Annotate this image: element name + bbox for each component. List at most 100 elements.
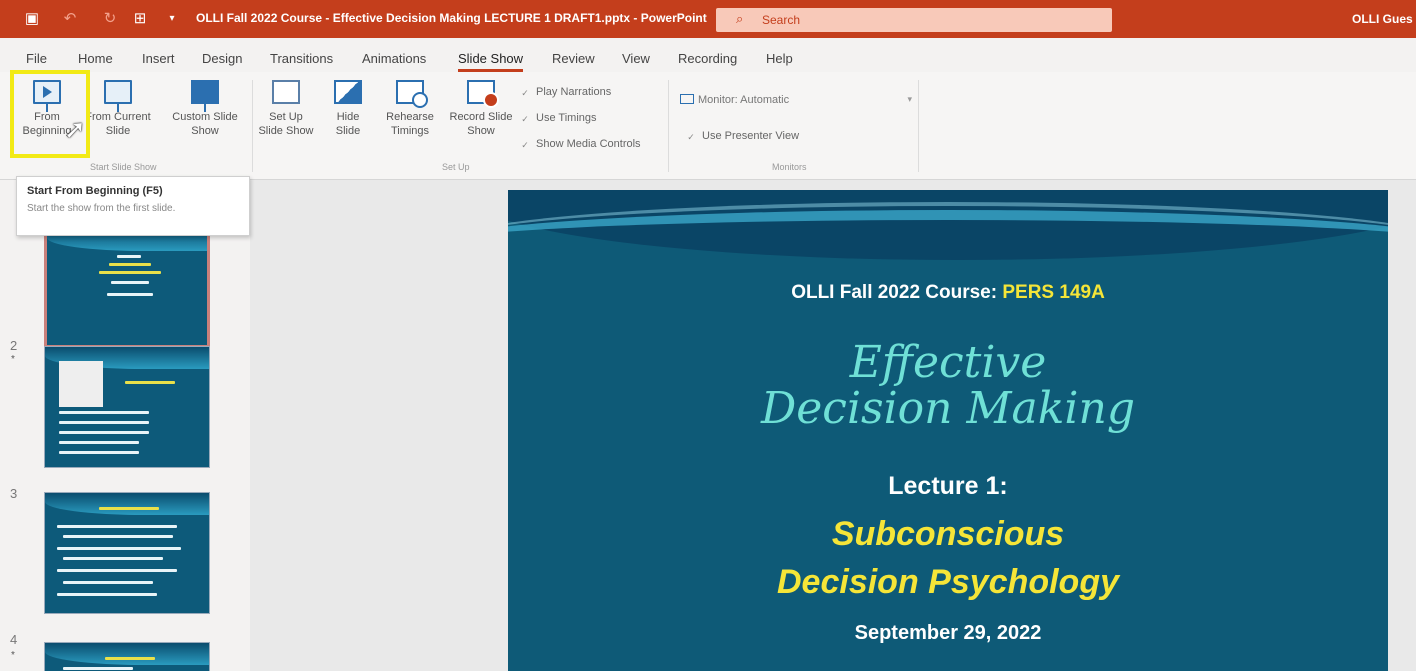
thumbnail-text-line xyxy=(99,507,159,510)
set-up-slide-show-label: Set Up Slide Show xyxy=(258,111,314,137)
tab-transitions[interactable]: Transitions xyxy=(270,51,333,66)
thumbnail-text-line xyxy=(59,411,149,414)
search-box[interactable]: ⌕ Search xyxy=(716,8,1112,32)
customize-quick-access-icon[interactable]: ▾ xyxy=(162,9,182,29)
ribbon: From Beginning From Current Slide Custom… xyxy=(0,72,1416,180)
thumbnail-text-line xyxy=(59,441,139,444)
tab-view[interactable]: View xyxy=(622,51,650,66)
slide-marker: * xyxy=(11,354,15,365)
thumbnail-image xyxy=(59,361,103,407)
tooltip-title: Start From Beginning (F5) xyxy=(27,185,163,197)
use-timings-checkbox[interactable]: ✓ Use Timings xyxy=(520,112,597,124)
play-narrations-label: Play Narrations xyxy=(536,86,612,98)
thumbnail-text-line xyxy=(109,263,151,266)
from-current-slide-label: From Current Slide xyxy=(85,111,151,137)
thumbnail-text-line xyxy=(59,451,139,454)
tab-help[interactable]: Help xyxy=(766,51,793,66)
thumbnail-wave xyxy=(45,643,209,665)
rehearse-timings-label: Rehearse Timings xyxy=(386,111,434,137)
redo-icon[interactable]: ↻ xyxy=(100,9,120,29)
show-media-controls-checkbox[interactable]: ✓ Show Media Controls xyxy=(520,138,640,150)
slide-course-line: OLLI Fall 2022 Course: PERS 149A xyxy=(508,282,1388,304)
document-title: OLLI Fall 2022 Course - Effective Decisi… xyxy=(196,11,707,25)
thumbnail-wave xyxy=(45,493,209,515)
slide-topic: Subconscious Decision Psychology xyxy=(508,510,1388,606)
thumbnail-text-line xyxy=(57,547,181,550)
slide-wave-decoration xyxy=(508,202,1388,282)
thumbnail-text-line xyxy=(99,271,161,274)
hide-slide-icon xyxy=(334,80,362,104)
set-up-slide-show-button[interactable]: Set Up Slide Show xyxy=(258,80,314,138)
thumbnail-text-line xyxy=(117,255,141,258)
slide-date: September 29, 2022 xyxy=(854,622,1042,644)
slide-thumbnail-4[interactable] xyxy=(44,642,210,671)
search-icon: ⌕ xyxy=(736,11,744,26)
tab-design[interactable]: Design xyxy=(202,51,242,66)
slide-topic-line-1: Subconscious xyxy=(831,515,1065,553)
tab-file[interactable]: File xyxy=(26,51,47,66)
thumbnail-text-line xyxy=(63,557,163,560)
ribbon-divider xyxy=(252,80,253,172)
mouse-cursor-icon: ➚ xyxy=(64,114,86,144)
thumbnail-text-line xyxy=(111,281,149,284)
custom-slide-show-label: Custom Slide Show xyxy=(172,111,238,137)
ribbon-divider xyxy=(668,80,669,172)
slide-number: 4 xyxy=(10,632,18,647)
custom-slide-show-button[interactable]: Custom Slide Show xyxy=(160,80,250,138)
thumbnail-text-line xyxy=(63,667,133,670)
record-slide-show-icon xyxy=(467,80,499,108)
set-up-slide-show-icon xyxy=(272,80,300,104)
thumbnail-text-line xyxy=(105,657,155,660)
slide-lecture: Lecture 1: xyxy=(888,472,1008,500)
tab-recording[interactable]: Recording xyxy=(678,51,737,66)
ribbon-tabs: File Home Insert Design Transitions Anim… xyxy=(0,38,1416,72)
user-account[interactable]: OLLI Gues xyxy=(1352,12,1413,26)
course-code: PERS 149A xyxy=(1002,282,1105,303)
tab-insert[interactable]: Insert xyxy=(142,51,175,66)
monitor-select[interactable]: Monitor: Automatic ▾ xyxy=(680,94,912,114)
checkbox-icon: ✓ xyxy=(687,132,695,142)
checkbox-icon: ✓ xyxy=(521,114,529,124)
slide-thumbnail-3[interactable] xyxy=(44,492,210,614)
tab-animations[interactable]: Animations xyxy=(362,51,426,66)
play-narrations-checkbox[interactable]: ✓ Play Narrations xyxy=(520,86,611,98)
tooltip-description: Start the show from the first slide. xyxy=(27,203,176,214)
presenter-view-label: Use Presenter View xyxy=(702,130,800,142)
undo-icon[interactable]: ↶ xyxy=(60,9,80,29)
present-icon[interactable]: ⊞ xyxy=(130,9,150,29)
presenter-view-checkbox[interactable]: ✓ Use Presenter View xyxy=(686,130,799,142)
title-bar: ▣ ↶ ↻ ⊞ ▾ OLLI Fall 2022 Course - Effect… xyxy=(0,0,1416,38)
thumbnail-text-line xyxy=(107,293,153,296)
custom-slide-show-icon xyxy=(191,80,219,112)
search-placeholder: Search xyxy=(762,13,801,27)
current-slide[interactable]: OLLI Fall 2022 Course: PERS 149A Effecti… xyxy=(508,190,1388,671)
thumbnail-text-line xyxy=(57,525,177,528)
thumbnail-text-line xyxy=(57,593,157,596)
hide-slide-label: Hide Slide xyxy=(335,111,361,137)
checkbox-icon: ✓ xyxy=(521,88,529,98)
slide-thumbnail-2[interactable] xyxy=(44,346,210,468)
from-current-slide-button[interactable]: From Current Slide xyxy=(80,80,156,138)
record-slide-show-button[interactable]: Record Slide Show xyxy=(448,80,514,138)
course-prefix: OLLI Fall 2022 Course: xyxy=(791,282,1003,303)
group-monitors-label: Monitors xyxy=(772,162,807,172)
monitor-icon xyxy=(680,94,694,104)
thumbnail-text-line xyxy=(59,431,149,434)
tab-slide-show[interactable]: Slide Show xyxy=(458,51,524,72)
thumbnail-text-line xyxy=(63,535,173,538)
thumbnail-text-line xyxy=(63,581,153,584)
rehearse-timings-button[interactable]: Rehearse Timings xyxy=(378,80,442,138)
slide-title: Effective Decision Making xyxy=(508,340,1388,432)
save-icon[interactable]: ▣ xyxy=(22,9,42,29)
slide-thumbnail-1[interactable] xyxy=(44,226,210,348)
tooltip: Start From Beginning (F5) Start the show… xyxy=(16,176,250,236)
hide-slide-button[interactable]: Hide Slide xyxy=(326,80,370,138)
tab-review[interactable]: Review xyxy=(552,51,595,66)
slide-number: 3 xyxy=(10,486,18,501)
slide-title-line-1: Effective xyxy=(849,337,1047,388)
use-timings-label: Use Timings xyxy=(536,112,597,124)
tab-home[interactable]: Home xyxy=(78,51,113,66)
slide-marker: * xyxy=(11,650,15,661)
slide-title-line-2: Decision Making xyxy=(760,383,1136,434)
slide-thumbnails-panel: 2 * 3 4 * xyxy=(0,180,236,671)
